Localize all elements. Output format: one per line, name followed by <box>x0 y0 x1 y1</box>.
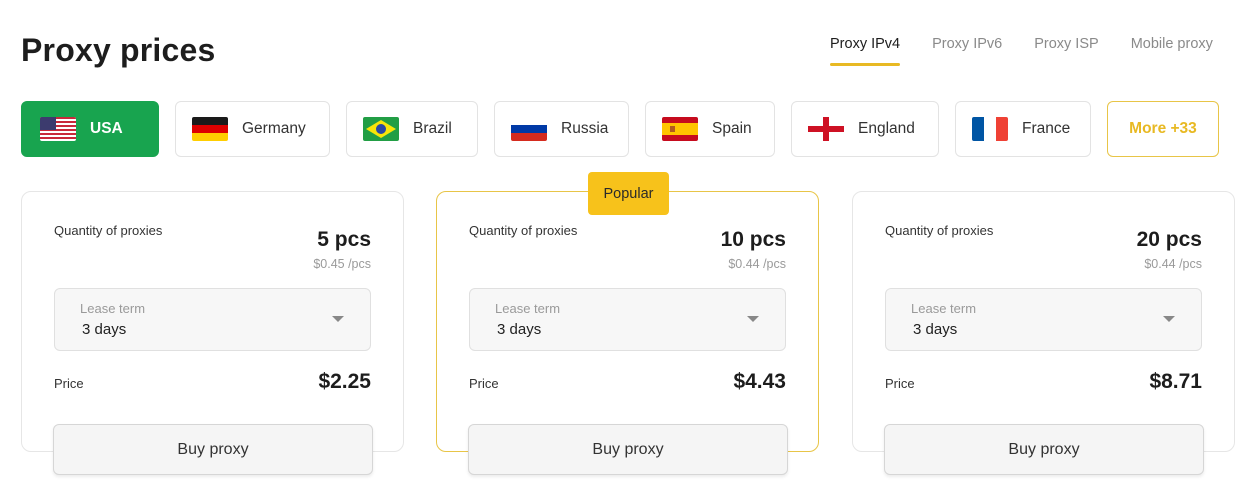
price-per-proxy: $0.44 /pcs <box>728 257 786 271</box>
lease-term-label: Lease term <box>911 301 977 316</box>
lease-term-select[interactable]: Lease term 3 days <box>885 288 1202 351</box>
chevron-down-icon <box>747 316 759 322</box>
country-russia[interactable]: Russia <box>494 101 629 157</box>
buy-proxy-button[interactable]: Buy proxy <box>53 424 373 475</box>
more-countries-button[interactable]: More +33 <box>1107 101 1219 157</box>
tab-proxy-isp[interactable]: Proxy ISP <box>1034 36 1098 66</box>
buy-proxy-button[interactable]: Buy proxy <box>468 424 788 475</box>
country-label: France <box>1022 120 1071 137</box>
price-label: Price <box>54 376 84 391</box>
country-label: England <box>858 120 915 137</box>
price-per-proxy: $0.44 /pcs <box>1144 257 1202 271</box>
popular-badge: Popular <box>588 172 669 215</box>
lease-term-value: 3 days <box>497 321 542 338</box>
buy-proxy-button[interactable]: Buy proxy <box>884 424 1204 475</box>
lease-term-select[interactable]: Lease term 3 days <box>469 288 786 351</box>
quantity-value: 20 pcs <box>1136 228 1202 251</box>
usa-flag-icon <box>40 117 76 141</box>
country-label: USA <box>90 120 123 137</box>
france-flag-icon <box>972 117 1008 141</box>
tab-mobile-proxy[interactable]: Mobile proxy <box>1131 36 1213 66</box>
proxy-type-tabs: Proxy IPv4 Proxy IPv6 Proxy ISP Mobile p… <box>830 36 1213 66</box>
quantity-label: Quantity of proxies <box>54 223 163 238</box>
country-label: Spain <box>712 120 752 137</box>
lease-term-label: Lease term <box>495 301 561 316</box>
tab-proxy-ipv4[interactable]: Proxy IPv4 <box>830 36 901 66</box>
country-selector: USA Germany Brazil Russia Spain England <box>21 101 1219 157</box>
lease-term-value: 3 days <box>82 321 127 338</box>
quantity-label: Quantity of proxies <box>885 223 994 238</box>
price-label: Price <box>885 376 915 391</box>
brazil-flag-icon <box>363 117 399 141</box>
lease-term-value: 3 days <box>913 321 958 338</box>
pricing-card-popular: Popular Quantity of proxies 10 pcs $0.44… <box>436 172 819 475</box>
country-spain[interactable]: Spain <box>645 101 775 157</box>
country-france[interactable]: France <box>955 101 1091 157</box>
pricing-card: Quantity of proxies 5 pcs $0.45 /pcs Lea… <box>21 191 404 475</box>
quantity-value: 10 pcs <box>720 228 786 251</box>
total-price: $2.25 <box>318 370 371 393</box>
chevron-down-icon <box>332 316 344 322</box>
tab-proxy-ipv6[interactable]: Proxy IPv6 <box>932 36 1002 66</box>
price-label: Price <box>469 376 499 391</box>
country-label: Brazil <box>413 120 452 137</box>
spain-flag-icon <box>662 117 698 141</box>
lease-term-label: Lease term <box>80 301 146 316</box>
country-label: Russia <box>561 120 609 137</box>
total-price: $4.43 <box>733 370 786 393</box>
total-price: $8.71 <box>1149 370 1202 393</box>
england-flag-icon <box>808 117 844 141</box>
country-label: Germany <box>242 120 306 137</box>
germany-flag-icon <box>192 117 228 141</box>
quantity-label: Quantity of proxies <box>469 223 578 238</box>
country-usa[interactable]: USA <box>21 101 159 157</box>
chevron-down-icon <box>1163 316 1175 322</box>
quantity-value: 5 pcs <box>317 228 371 251</box>
country-england[interactable]: England <box>791 101 939 157</box>
russia-flag-icon <box>511 117 547 141</box>
lease-term-select[interactable]: Lease term 3 days <box>54 288 371 351</box>
country-brazil[interactable]: Brazil <box>346 101 478 157</box>
pricing-card: Quantity of proxies 20 pcs $0.44 /pcs Le… <box>852 191 1235 475</box>
page-title: Proxy prices <box>21 32 216 68</box>
price-per-proxy: $0.45 /pcs <box>313 257 371 271</box>
country-germany[interactable]: Germany <box>175 101 330 157</box>
